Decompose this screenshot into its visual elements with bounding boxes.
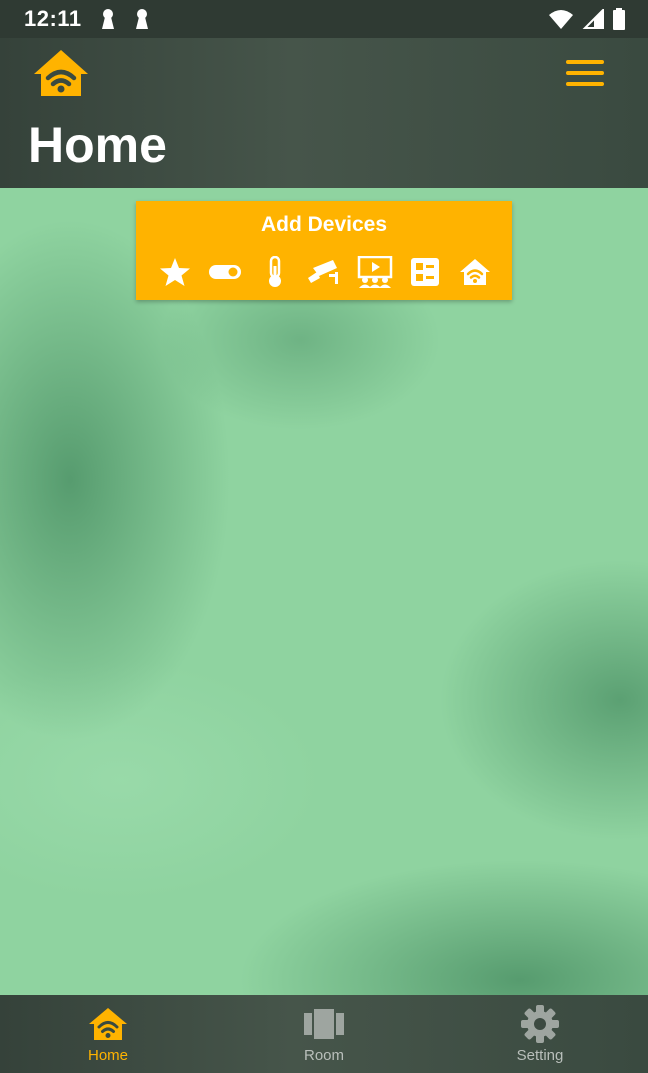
home-wifi-logo-icon	[34, 50, 88, 96]
nav-item-home[interactable]: Home	[0, 995, 216, 1073]
home-wifi-icon	[89, 1008, 127, 1040]
nav-setting-icon-wrap	[520, 1005, 560, 1043]
add-switch-button[interactable]	[200, 255, 250, 289]
add-panel-button[interactable]	[400, 255, 450, 289]
status-system-icons	[548, 8, 626, 30]
nav-room-icon-wrap	[304, 1005, 344, 1043]
nav-item-room[interactable]: Room	[216, 995, 432, 1073]
wifi-icon	[549, 10, 573, 29]
room-icon	[304, 1009, 344, 1039]
nav-item-setting[interactable]: Setting	[432, 995, 648, 1073]
control-panel-icon	[411, 258, 439, 286]
nav-label-home: Home	[87, 1047, 128, 1064]
app-header: Home	[0, 38, 648, 188]
add-camera-button[interactable]	[300, 255, 350, 289]
add-media-button[interactable]	[350, 255, 400, 289]
security-camera-icon	[308, 260, 338, 284]
nav-label-setting: Setting	[516, 1047, 564, 1064]
menu-line	[566, 60, 604, 64]
media-player-icon	[357, 256, 393, 288]
add-thermostat-button[interactable]	[250, 255, 300, 289]
signal-icon	[582, 9, 604, 29]
menu-line	[566, 82, 604, 86]
gear-icon	[521, 1005, 559, 1043]
bottom-navigation: Home Room Setting	[0, 995, 648, 1073]
keyhole-icon	[136, 9, 148, 29]
add-devices-card: Add Devices	[136, 201, 512, 300]
add-devices-title: Add Devices	[260, 213, 388, 236]
status-time: 12:11	[24, 6, 82, 31]
star-icon	[160, 258, 190, 286]
add-smart-home-button[interactable]	[450, 255, 500, 289]
nav-home-icon-wrap	[88, 1005, 128, 1043]
page-title: Home	[28, 117, 167, 173]
add-devices-icons	[150, 255, 500, 289]
smart-home-icon	[460, 259, 490, 285]
menu-button[interactable]	[566, 60, 604, 90]
keyhole-icon	[102, 9, 114, 29]
battery-icon	[613, 8, 625, 30]
thermometer-icon	[269, 256, 281, 287]
status-notification-icons	[100, 8, 150, 30]
add-favorite-button[interactable]	[150, 255, 200, 289]
status-bar: 12:11	[0, 0, 648, 38]
toggle-switch-icon	[209, 265, 241, 279]
menu-line	[566, 71, 604, 75]
nav-label-room: Room	[303, 1047, 344, 1064]
